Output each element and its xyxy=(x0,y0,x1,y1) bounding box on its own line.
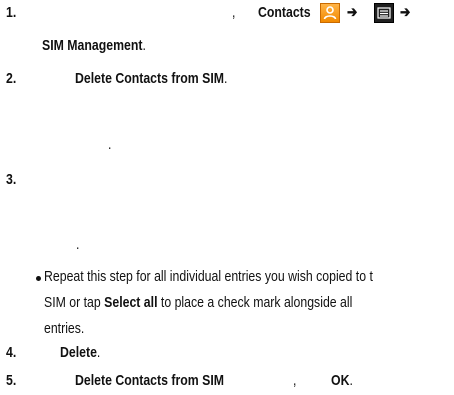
step-1-line-2: SIM Management. xyxy=(42,37,146,55)
step-5-delete-contacts-from-sim-label: Delete Contacts from SIM xyxy=(75,372,224,389)
bullet-line-2-end: to place a check mark alongside all xyxy=(157,294,353,311)
step-4-line: Delete. xyxy=(60,344,100,362)
step-5-period: . xyxy=(349,372,353,389)
step-5-comma: , xyxy=(293,372,297,389)
step-1-contacts-label: Contacts xyxy=(258,4,311,21)
step-5-ok-line: OK. xyxy=(331,372,353,390)
bullet-line-2-start: SIM or tap xyxy=(44,294,105,311)
bullet-line-2: SIM or tap Select all to place a check m… xyxy=(44,294,352,312)
bullet-point xyxy=(36,276,41,281)
step-1-number: 1. xyxy=(6,4,17,21)
step-1-arrow-1: ➔ xyxy=(347,4,358,21)
sim-management-label: SIM Management xyxy=(42,37,143,54)
delete-contacts-from-sim-label: Delete Contacts from SIM xyxy=(75,70,224,87)
bullet-line-1: Repeat this step for all individual entr… xyxy=(44,268,373,285)
bullet-line-3: entries. xyxy=(44,320,85,337)
contacts-app-icon xyxy=(320,3,340,23)
step-2-period: . xyxy=(223,70,228,87)
step-1-arrow-2: ➔ xyxy=(400,4,411,21)
step-1-comma: , xyxy=(232,4,236,21)
step-3-number: 3. xyxy=(6,171,17,188)
ok-label: OK xyxy=(331,372,350,389)
step-4-number: 4. xyxy=(6,344,17,361)
menu-lines-icon xyxy=(377,7,391,19)
step-2-line: Delete Contacts from SIM. xyxy=(75,70,227,88)
menu-key-icon xyxy=(374,3,394,23)
step-5-number: 5. xyxy=(6,372,17,389)
step-4-period: . xyxy=(96,344,101,361)
step-3-dot: . xyxy=(76,236,80,253)
step-2-dot: . xyxy=(108,136,112,153)
person-icon xyxy=(323,6,337,20)
step-1-period: . xyxy=(142,37,146,54)
step-2-number: 2. xyxy=(6,70,17,87)
manual-page: 1. , Contacts ➔ ➔ SIM Management. 2. Del… xyxy=(0,0,454,395)
delete-label: Delete xyxy=(60,344,97,361)
select-all-label: Select all xyxy=(104,294,158,311)
